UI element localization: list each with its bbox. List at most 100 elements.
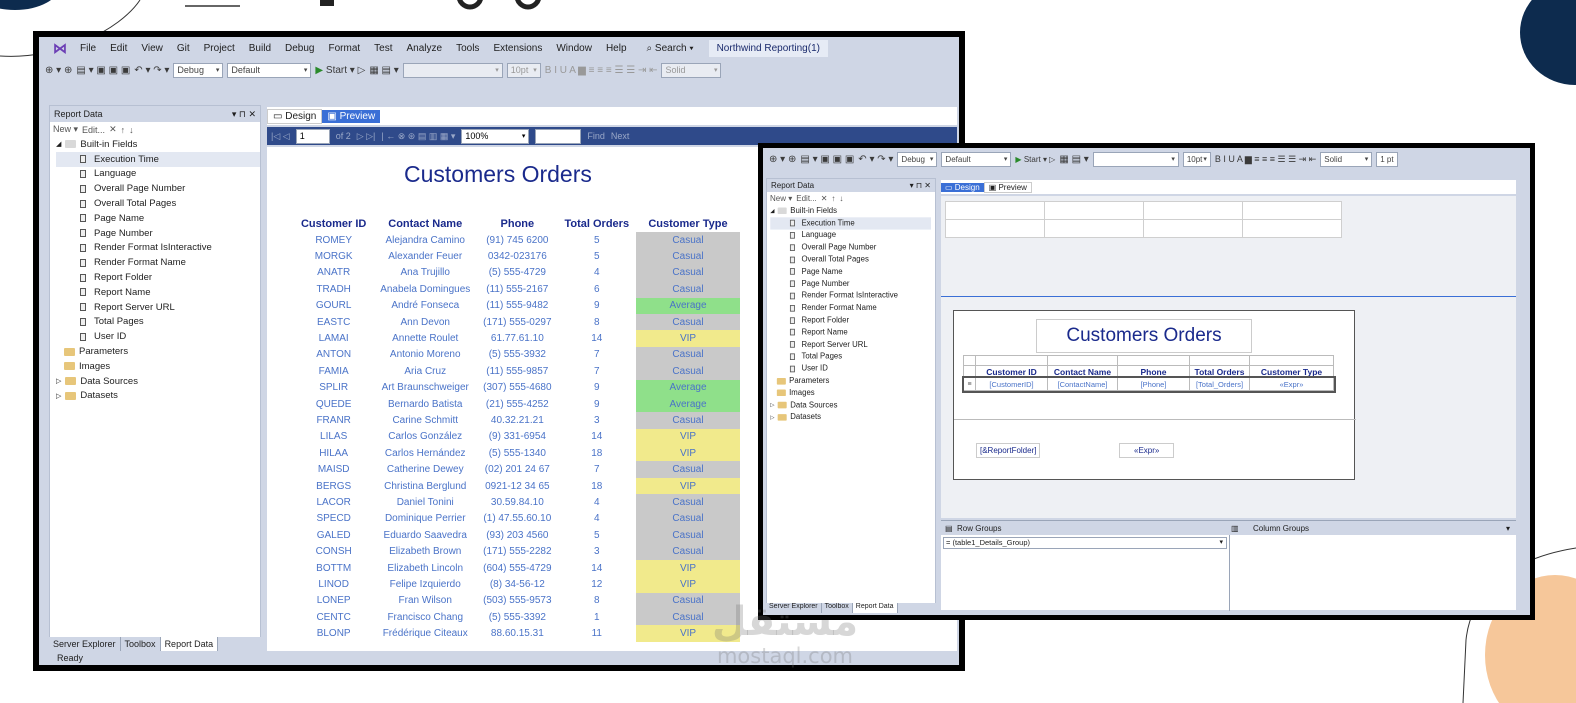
misc-tools-icons[interactable]: ▦ ▤ ▾ bbox=[369, 65, 398, 76]
undo-icon[interactable]: ↶ ▾ ↷ ▾ bbox=[858, 154, 893, 165]
linestyle-combo[interactable]: Solid ▾ bbox=[1320, 151, 1373, 167]
tree-field-item[interactable]: Render Format Name bbox=[56, 255, 260, 270]
move-up-icon[interactable]: ↑ bbox=[121, 125, 126, 135]
delete-icon[interactable]: ✕ bbox=[109, 124, 117, 135]
menu-project[interactable]: Project bbox=[197, 43, 242, 54]
panel-controls-icons[interactable]: ▾ ⊓ ✕ bbox=[910, 181, 931, 190]
menu-debug[interactable]: Debug bbox=[278, 43, 321, 54]
tree-datasets[interactable]: ▷ Datasets bbox=[56, 389, 260, 404]
menu-help[interactable]: Help bbox=[599, 43, 634, 54]
tree-field-item[interactable]: Overall Total Pages bbox=[56, 196, 260, 211]
find-link[interactable]: Find bbox=[587, 131, 605, 141]
design-header-cell[interactable]: Customer Type bbox=[1249, 365, 1334, 378]
new-button[interactable]: New ▾ bbox=[53, 124, 78, 135]
tree-parameters[interactable]: Parameters bbox=[56, 344, 260, 359]
save-icons[interactable]: ▤ ▾ ▣ ▣ ▣ bbox=[800, 154, 854, 165]
tab-design[interactable]: ▭ Design bbox=[941, 182, 984, 192]
menu-view[interactable]: View bbox=[134, 43, 170, 54]
tree-field-item[interactable]: Page Number bbox=[56, 226, 260, 241]
linestyle-combo[interactable]: Solid ▾ bbox=[661, 62, 722, 78]
tree-data-sources[interactable]: ▷ Data Sources bbox=[56, 374, 260, 389]
tree-images[interactable]: Images bbox=[770, 387, 931, 399]
platform-combo[interactable]: Default ▾ bbox=[227, 62, 312, 78]
config-combo[interactable]: Debug ▾ bbox=[897, 151, 938, 167]
page-input[interactable]: 1 bbox=[295, 128, 330, 144]
font-combo[interactable]: ▾ bbox=[402, 62, 503, 78]
menu-window[interactable]: Window bbox=[549, 43, 599, 54]
save-icons[interactable]: ▤ ▾ ▣ ▣ ▣ bbox=[76, 65, 130, 76]
row-group-item[interactable]: = (table1_Details_Group) ▾ bbox=[943, 537, 1227, 549]
start-button[interactable]: ▶ Start ▾ ▷ bbox=[315, 65, 365, 76]
design-header-cell[interactable]: Phone bbox=[1117, 365, 1190, 378]
tree-images[interactable]: Images bbox=[56, 359, 260, 374]
tree-field-item[interactable]: Report Folder bbox=[770, 314, 931, 326]
tree-field-item[interactable]: Render Format Name bbox=[770, 302, 931, 314]
nav-back-icon[interactable]: ⊕ ▾ ⊕ bbox=[45, 65, 72, 76]
next-link[interactable]: Next bbox=[611, 131, 630, 141]
design-header-cell[interactable]: Contact Name bbox=[1047, 365, 1118, 378]
tree-builtin-fields[interactable]: ◢ Built-in Fields bbox=[770, 205, 931, 217]
menu-git[interactable]: Git bbox=[170, 43, 197, 54]
design-detail-cell[interactable]: [Phone] bbox=[1117, 377, 1190, 391]
move-down-icon[interactable]: ↓ bbox=[839, 194, 843, 203]
tree-field-item[interactable]: Render Format IsInteractive bbox=[56, 241, 260, 256]
search-button[interactable]: ⌕ Search ▾ bbox=[640, 43, 701, 54]
font-combo[interactable]: ▾ bbox=[1092, 151, 1179, 167]
menu-build[interactable]: Build bbox=[242, 43, 278, 54]
design-detail-cell[interactable]: [Total_Orders] bbox=[1189, 377, 1250, 391]
tree-field-item[interactable]: User ID bbox=[770, 363, 931, 375]
tree-parameters[interactable]: Parameters bbox=[770, 375, 931, 387]
linewidth-combo[interactable]: 1 pt bbox=[1376, 151, 1399, 167]
tree-field-item[interactable]: Page Number bbox=[770, 278, 931, 290]
tree-field-item[interactable]: Language bbox=[56, 167, 260, 182]
tree-field-item[interactable]: Language bbox=[770, 229, 931, 241]
menu-file[interactable]: File bbox=[73, 43, 103, 54]
tree-field-item[interactable]: Page Name bbox=[770, 266, 931, 278]
next-page-icon[interactable]: ▷ ▷| bbox=[357, 131, 376, 142]
edit-button[interactable]: Edit... bbox=[82, 125, 105, 135]
tree-field-item[interactable]: Report Server URL bbox=[56, 300, 260, 315]
panel-controls-icons[interactable]: ▾ ⊓ ✕ bbox=[232, 109, 256, 120]
tab-server-explorer[interactable]: Server Explorer bbox=[49, 637, 121, 651]
edit-button[interactable]: Edit... bbox=[796, 194, 816, 203]
preview-tools-icons[interactable]: | ← ⊗ ⊛ ▤ ▥ ▦ ▾ bbox=[381, 131, 455, 142]
move-up-icon[interactable]: ↑ bbox=[831, 194, 835, 203]
tree-field-item[interactable]: Report Name bbox=[770, 326, 931, 338]
tree-field-item[interactable]: Execution Time bbox=[770, 217, 931, 230]
format-icons[interactable]: B I U A ▆ ≡ ≡ ≡ ☰ ☰ ⇥ ⇤ bbox=[545, 65, 658, 76]
grouping-menu-icon[interactable]: ▾ bbox=[1506, 524, 1510, 533]
tree-field-item[interactable]: Report Server URL bbox=[770, 338, 931, 350]
menu-analyze[interactable]: Analyze bbox=[400, 43, 450, 54]
menu-tools[interactable]: Tools bbox=[449, 43, 486, 54]
tree-builtin-fields[interactable]: ◢ Built-in Fields bbox=[56, 137, 260, 152]
design-detail-cell[interactable]: [ContactName] bbox=[1047, 377, 1118, 391]
design-header-cell[interactable]: Customer ID bbox=[975, 365, 1048, 378]
tree-field-item[interactable]: Render Format IsInteractive bbox=[770, 290, 931, 302]
tree-data-sources[interactable]: ▷ Data Sources bbox=[770, 399, 931, 411]
undo-icon[interactable]: ↶ ▾ ↷ ▾ bbox=[134, 65, 169, 76]
tree-field-item[interactable]: Execution Time bbox=[56, 151, 260, 167]
design-header-cell[interactable]: Total Orders bbox=[1189, 365, 1250, 378]
tree-field-item[interactable]: Page Name bbox=[56, 211, 260, 226]
delete-icon[interactable]: ✕ bbox=[821, 194, 828, 203]
tab-toolbox[interactable]: Toolbox bbox=[121, 637, 161, 651]
menu-test[interactable]: Test bbox=[367, 43, 399, 54]
start-button[interactable]: ▶ Start ▾ ▷ bbox=[1015, 155, 1055, 164]
menu-extensions[interactable]: Extensions bbox=[486, 43, 549, 54]
platform-combo[interactable]: Default ▾ bbox=[941, 151, 1012, 167]
footer-report-folder[interactable]: [&ReportFolder] bbox=[976, 443, 1041, 458]
tree-field-item[interactable]: Overall Page Number bbox=[770, 241, 931, 253]
tree-field-item[interactable]: User ID bbox=[56, 329, 260, 344]
menu-edit[interactable]: Edit bbox=[103, 43, 134, 54]
find-input[interactable] bbox=[535, 128, 582, 144]
nav-icons[interactable]: ⊕ ▾ ⊕ bbox=[769, 154, 796, 165]
tree-field-item[interactable]: Overall Total Pages bbox=[770, 254, 931, 266]
new-button[interactable]: New ▾ bbox=[770, 194, 792, 203]
menu-format[interactable]: Format bbox=[321, 43, 367, 54]
tab-design[interactable]: ▭ Design bbox=[267, 108, 323, 124]
design-table[interactable]: Customer ID Contact Name Phone Total Orders… bbox=[961, 355, 1336, 393]
tab-preview[interactable]: ▣ Preview bbox=[983, 181, 1032, 193]
zoom-combo[interactable]: 100% ▾ bbox=[461, 128, 530, 144]
footer-expr[interactable]: «Expr» bbox=[1119, 443, 1175, 458]
tree-field-item[interactable]: Total Pages bbox=[56, 315, 260, 330]
